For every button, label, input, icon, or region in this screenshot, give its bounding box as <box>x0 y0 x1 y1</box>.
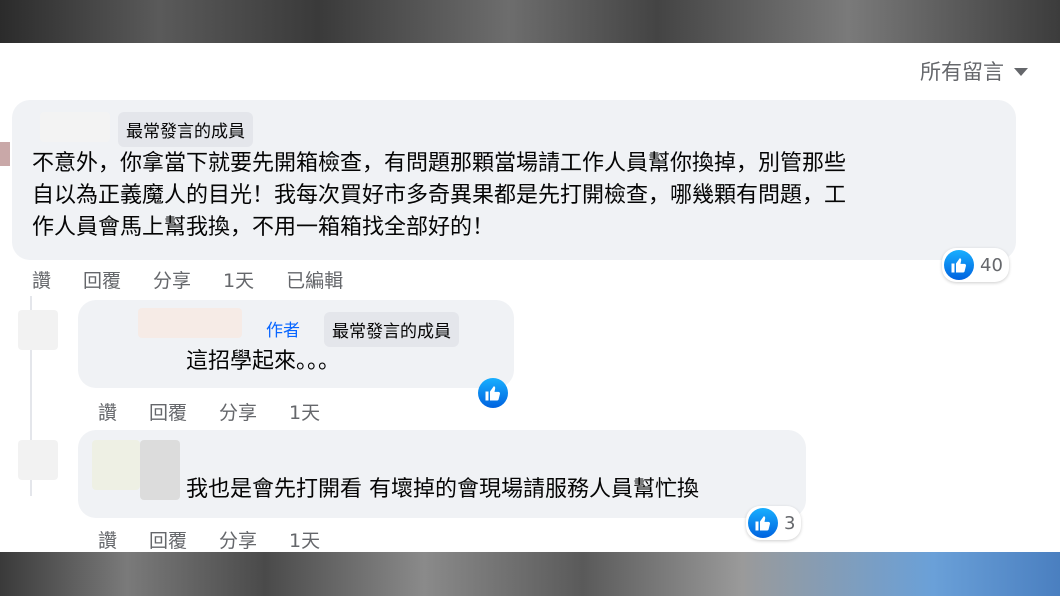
author-name-blurred <box>140 440 180 500</box>
chevron-down-icon <box>1014 68 1028 76</box>
thumbs-up-icon <box>478 378 508 408</box>
top-contributor-badge: 最常發言的成員 <box>324 312 459 347</box>
reply-action[interactable]: 回覆 <box>149 526 187 553</box>
like-action[interactable]: 讚 <box>98 398 117 425</box>
comment-actions: 讚 回覆 分享 1天 <box>98 398 352 425</box>
comment-actions: 讚 回覆 分享 1天 已編輯 <box>32 266 375 293</box>
reply-action[interactable]: 回覆 <box>149 398 187 425</box>
like-action[interactable]: 讚 <box>98 526 117 553</box>
comment-text-line: 不意外，你拿當下就要先開箱檢查，有問題那顆當場請工作人員幫你換掉，別管那些 <box>32 151 847 176</box>
top-contributor-badge: 最常發言的成員 <box>118 112 253 147</box>
share-action[interactable]: 分享 <box>219 526 257 553</box>
comment-text: 這招學起來。。。 <box>186 349 341 374</box>
reaction-count-number: 40 <box>980 254 1003 276</box>
reaction-count[interactable]: 3 <box>746 506 802 540</box>
author-avatar-blurred <box>92 440 140 490</box>
comment-actions: 讚 回覆 分享 1天 <box>98 526 352 553</box>
comment-text: 我也是會先打開看 有壞掉的會現場請服務人員幫忙換 <box>186 477 699 502</box>
reply-bubble: 作者 最常發言的成員 這招學起來。。。 <box>78 300 514 388</box>
share-action[interactable]: 分享 <box>219 398 257 425</box>
blurred-top-band <box>0 0 1060 43</box>
author-name-blurred <box>40 112 110 142</box>
comment-bubble: 最常發言的成員 不意外，你拿當下就要先開箱檢查，有問題那顆當場請工作人員幫你換掉… <box>12 100 1016 260</box>
sort-label: 所有留言 <box>920 60 1004 84</box>
reaction-count[interactable] <box>476 376 510 410</box>
comment-text-line: 作人員會馬上幫我換，不用一箱箱找全部好的！ <box>32 215 495 240</box>
share-action[interactable]: 分享 <box>153 266 191 293</box>
edited-label: 已編輯 <box>286 270 344 292</box>
avatar-blurred <box>18 440 58 480</box>
comment-text: 不意外，你拿當下就要先開箱檢查，有問題那顆當場請工作人員幫你換掉，別管那些 自以… <box>32 148 1012 244</box>
avatar-blurred <box>18 310 58 350</box>
author-name-blurred <box>138 308 242 338</box>
thumbs-up-icon <box>748 508 778 538</box>
like-action[interactable]: 讚 <box>32 266 51 293</box>
author-tag: 作者 <box>266 321 300 341</box>
timestamp[interactable]: 1天 <box>289 526 320 553</box>
timestamp[interactable]: 1天 <box>223 266 254 293</box>
comment-sort-dropdown[interactable]: 所有留言 <box>920 56 1028 86</box>
comment-text-line: 自以為正義魔人的目光！我每次買好市多奇異果都是先打開檢查，哪幾顆有問題，工 <box>32 183 847 208</box>
blurred-bottom-band <box>0 552 1060 596</box>
timestamp[interactable]: 1天 <box>289 398 320 425</box>
reaction-count[interactable]: 40 <box>942 248 1009 282</box>
reply-bubble: 我也是會先打開看 有壞掉的會現場請服務人員幫忙換 <box>78 430 806 518</box>
left-edge-strip <box>0 142 10 166</box>
reaction-count-number: 3 <box>784 512 796 534</box>
thumbs-up-icon <box>944 250 974 280</box>
reply-action[interactable]: 回覆 <box>83 266 121 293</box>
